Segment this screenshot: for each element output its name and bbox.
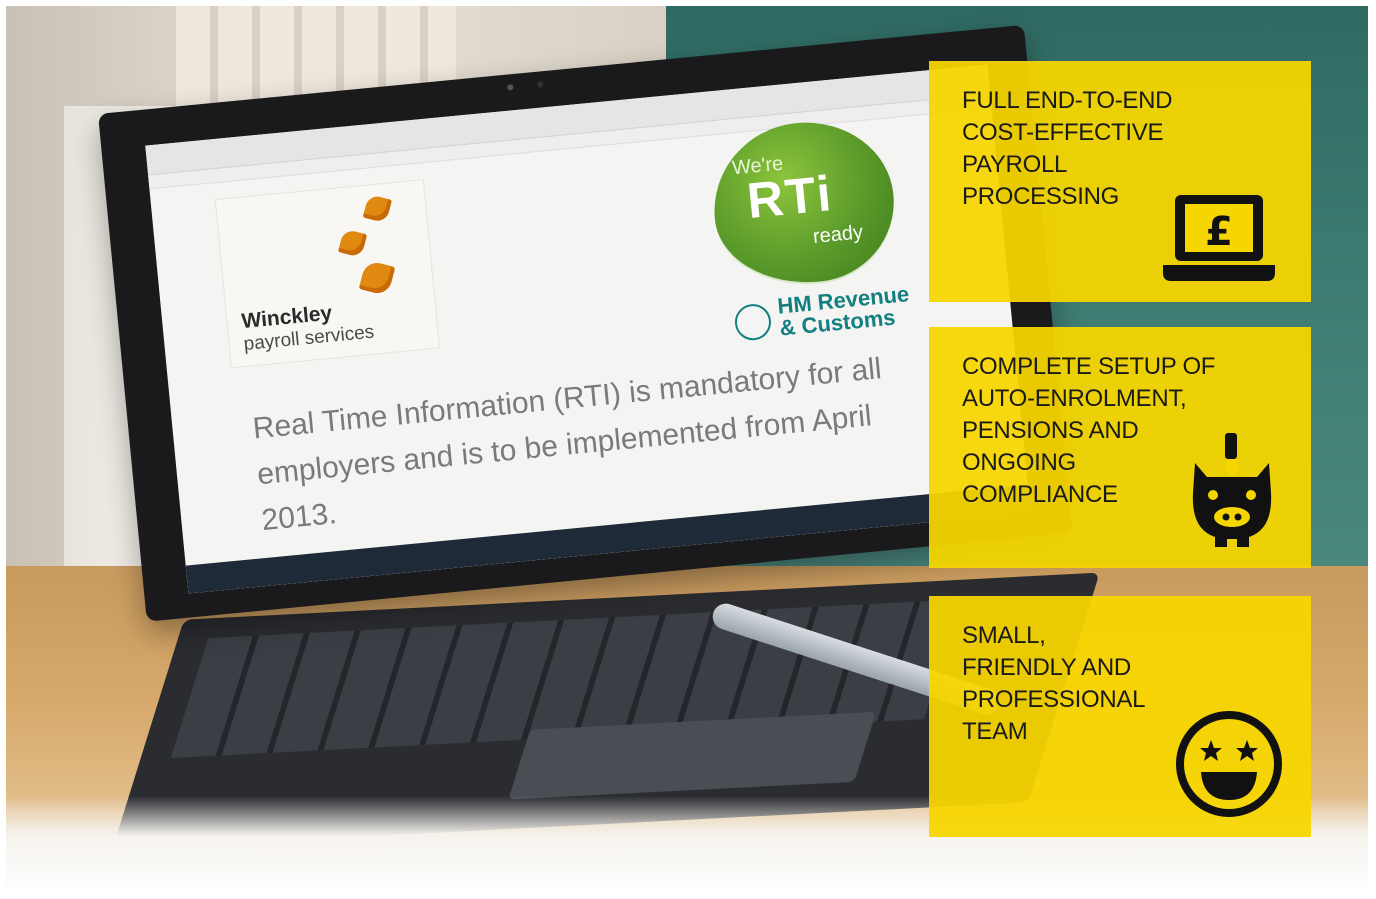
feature-card-pensions: COMPLETE SETUP OF AUTO-ENROLMENT, PENSIO… xyxy=(929,327,1311,568)
rti-ready-text: ready xyxy=(812,221,864,248)
svg-text:£: £ xyxy=(1205,209,1233,255)
camera-sensor xyxy=(536,81,544,88)
leaf-icon xyxy=(337,228,368,258)
leaf-icon xyxy=(362,194,392,224)
winckley-logo: Winckley payroll services xyxy=(214,179,441,369)
feature-card-payroll: FULL END-TO-END COST-EFFECTIVE PAYROLL P… xyxy=(929,61,1311,302)
leaf-icon xyxy=(358,259,396,297)
feature-card-team: SMALL, FRIENDLY AND PROFESSIONAL TEAM xyxy=(929,596,1311,837)
laptop-pound-icon: £ xyxy=(1163,195,1275,281)
rti-text: RTi xyxy=(744,165,836,230)
rti-ready-badge: We're RTi ready xyxy=(706,114,902,292)
feature-card-text: FULL END-TO-END COST-EFFECTIVE PAYROLL P… xyxy=(962,87,1173,210)
laptop: Winckley payroll services We're RTi read… xyxy=(98,24,1073,622)
piggy-bank-icon xyxy=(1192,433,1272,547)
feature-card-text: COMPLETE SETUP OF AUTO-ENROLMENT, PENSIO… xyxy=(962,353,1216,508)
camera-dot xyxy=(507,84,514,91)
laptop-screen: Winckley payroll services We're RTi read… xyxy=(145,64,1031,594)
crown-crest-icon xyxy=(733,302,773,342)
hmrc-logo: HM Revenue & Customs xyxy=(733,281,937,350)
feature-card-text: SMALL, FRIENDLY AND PROFESSIONAL TEAM xyxy=(962,622,1146,745)
happy-face-icon xyxy=(1176,711,1282,817)
